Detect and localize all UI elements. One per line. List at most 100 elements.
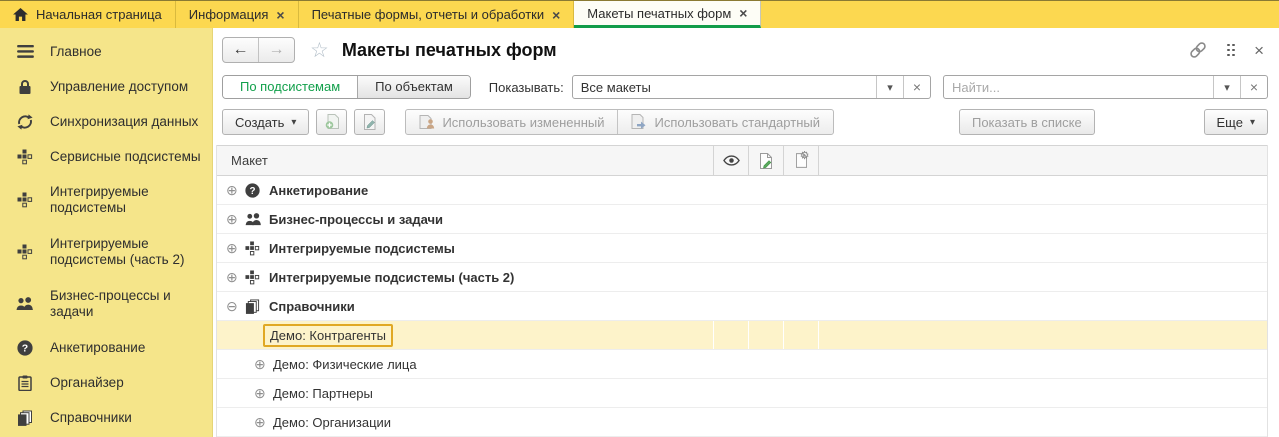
sidebar-item-integrated-subsystems-2[interactable]: Интегрируемые подсистемы (часть 2) xyxy=(0,226,212,278)
show-label: Показывать: xyxy=(489,80,564,95)
tab-information[interactable]: Информация × xyxy=(176,1,299,28)
sidebar-item-access-management[interactable]: Управление доступом xyxy=(0,69,212,104)
document-pencil-icon xyxy=(758,153,774,169)
document-pencil-icon xyxy=(362,114,378,130)
sidebar-item-service-subsystems[interactable]: Сервисные подсистемы xyxy=(0,139,212,174)
forward-button[interactable]: → xyxy=(258,38,294,62)
eye-icon xyxy=(723,155,740,166)
column-header-visibility[interactable] xyxy=(713,146,748,175)
templates-table: Макет ⚙ ⊕ Анкетирование ⊕ Бизнес-пр xyxy=(216,145,1268,437)
sidebar-item-integrated-subsystems[interactable]: Интегрируемые подсистемы xyxy=(0,174,212,226)
subsystems-grid-icon xyxy=(245,270,269,285)
visibility-cell[interactable] xyxy=(713,321,748,349)
toggle-by-objects[interactable]: По объектам xyxy=(357,76,470,98)
document-arrow-icon xyxy=(631,114,647,130)
table-row[interactable]: ⊕ Интегрируемые подсистемы (часть 2) xyxy=(217,263,1267,292)
tab-print-form-templates-active[interactable]: Макеты печатных форм × xyxy=(574,1,761,28)
document-plus-icon xyxy=(324,114,340,130)
tab-print-forms-reports[interactable]: Печатные формы, отчеты и обработки × xyxy=(299,1,575,28)
chevron-down-icon: ▾ xyxy=(1250,117,1255,128)
people-icon xyxy=(245,213,269,226)
sidebar-item-organizer[interactable]: Органайзер xyxy=(0,365,212,400)
chevron-down-icon[interactable]: ▾ xyxy=(1213,76,1240,98)
list-toolbar: Создать ▾ Использовать измененный Исполь… xyxy=(213,108,1279,136)
question-circle-icon xyxy=(0,340,50,356)
show-in-list-button[interactable]: Показать в списке xyxy=(959,109,1095,135)
pages-icon xyxy=(245,299,269,314)
settings-cell[interactable] xyxy=(783,321,818,349)
use-modified-button[interactable]: Использовать измененный xyxy=(406,110,617,134)
filter-bar: По подсистемам По объектам Показывать: В… xyxy=(213,74,1279,100)
hamburger-icon xyxy=(0,45,50,58)
tab-label: Макеты печатных форм xyxy=(587,6,731,21)
tab-close-icon[interactable]: × xyxy=(276,8,284,22)
expand-icon[interactable]: ⊕ xyxy=(226,269,245,286)
sidebar-item-data-sync[interactable]: Синхронизация данных xyxy=(0,104,212,139)
expand-icon[interactable]: ⊕ xyxy=(254,385,273,402)
table-row[interactable]: ⊖ Справочники xyxy=(217,292,1267,321)
table-row[interactable]: ⊕ Демо: Организации xyxy=(217,408,1267,437)
more-button[interactable]: Еще ▾ xyxy=(1204,109,1268,135)
table-row[interactable]: ⊕ Анкетирование xyxy=(217,176,1267,205)
subsystems-grid-icon xyxy=(245,241,269,256)
page-title: Макеты печатных форм xyxy=(342,40,557,61)
link-icon[interactable] xyxy=(1188,40,1208,60)
modified-cell[interactable] xyxy=(748,321,783,349)
history-nav-group: ← → xyxy=(222,37,295,63)
use-standard-button[interactable]: Использовать стандартный xyxy=(617,110,833,134)
expand-icon[interactable]: ⊕ xyxy=(254,414,273,431)
column-header-modified[interactable] xyxy=(748,146,783,175)
sidebar-item-business-processes[interactable]: Бизнес-процессы и задачи xyxy=(0,278,212,330)
main-area: ← → ☆ Макеты печатных форм × По подсисте… xyxy=(213,28,1279,437)
selected-cell[interactable]: Демо: Контрагенты xyxy=(217,324,713,347)
clear-icon[interactable]: × xyxy=(1240,76,1267,98)
create-button[interactable]: Создать ▾ xyxy=(222,109,309,135)
sidebar-item-surveys[interactable]: Анкетирование xyxy=(0,330,212,365)
use-template-group: Использовать измененный Использовать ста… xyxy=(405,109,834,135)
sidebar-item-main[interactable]: Главное xyxy=(0,34,212,69)
favorite-star-icon[interactable]: ☆ xyxy=(310,40,329,61)
tab-label: Начальная страница xyxy=(36,7,162,22)
expand-icon[interactable]: ⊕ xyxy=(254,356,273,373)
edit-button[interactable] xyxy=(354,109,385,135)
toggle-by-subsystems[interactable]: По подсистемам xyxy=(223,76,357,98)
table-row-selected[interactable]: Демо: Контрагенты xyxy=(217,321,1267,350)
table-header: Макет ⚙ xyxy=(217,145,1267,176)
tab-bar: Начальная страница Информация × Печатные… xyxy=(0,0,1279,28)
column-header-settings[interactable]: ⚙ xyxy=(783,146,818,175)
clipboard-icon xyxy=(0,375,50,391)
tab-close-icon[interactable]: × xyxy=(739,6,747,20)
tab-home[interactable]: Начальная страница xyxy=(0,1,176,28)
table-row[interactable]: ⊕ Интегрируемые подсистемы xyxy=(217,234,1267,263)
tabbar-filler xyxy=(761,1,1279,28)
view-toggle-group: По подсистемам По объектам xyxy=(222,75,471,99)
table-row[interactable]: ⊕ Демо: Физические лица xyxy=(217,350,1267,379)
header-actions: × xyxy=(1188,40,1264,60)
sync-icon xyxy=(0,113,50,131)
collapse-icon[interactable]: ⊖ xyxy=(226,298,245,315)
expand-icon[interactable]: ⊕ xyxy=(226,211,245,228)
chevron-down-icon[interactable]: ▾ xyxy=(876,76,903,98)
table-header-filler xyxy=(818,146,1267,175)
people-icon xyxy=(0,297,50,311)
expand-icon[interactable]: ⊕ xyxy=(226,240,245,257)
close-icon[interactable]: × xyxy=(1254,42,1264,59)
subsystems-grid-icon xyxy=(0,244,50,260)
table-row[interactable]: ⊕ Бизнес-процессы и задачи xyxy=(217,205,1267,234)
sidebar-item-catalogs[interactable]: Справочники xyxy=(0,400,212,435)
document-person-icon xyxy=(419,114,435,130)
clear-icon[interactable]: × xyxy=(903,76,930,98)
column-header-template[interactable]: Макет xyxy=(217,153,713,168)
tab-close-icon[interactable]: × xyxy=(552,8,560,22)
search-input[interactable]: Найти... ▾ × xyxy=(943,75,1268,99)
table-row[interactable]: ⊕ Демо: Партнеры xyxy=(217,379,1267,408)
show-filter-value: Все макеты xyxy=(573,76,876,98)
show-filter-combobox[interactable]: Все макеты ▾ × xyxy=(572,75,931,99)
expand-icon[interactable]: ⊕ xyxy=(226,182,245,199)
document-gear-icon: ⚙ xyxy=(796,153,807,168)
row-filler-cell xyxy=(818,321,1267,349)
more-menu-icon[interactable] xyxy=(1227,44,1235,57)
back-button[interactable]: ← xyxy=(223,38,258,62)
copy-button[interactable] xyxy=(316,109,347,135)
subsystems-grid-icon xyxy=(0,192,50,208)
